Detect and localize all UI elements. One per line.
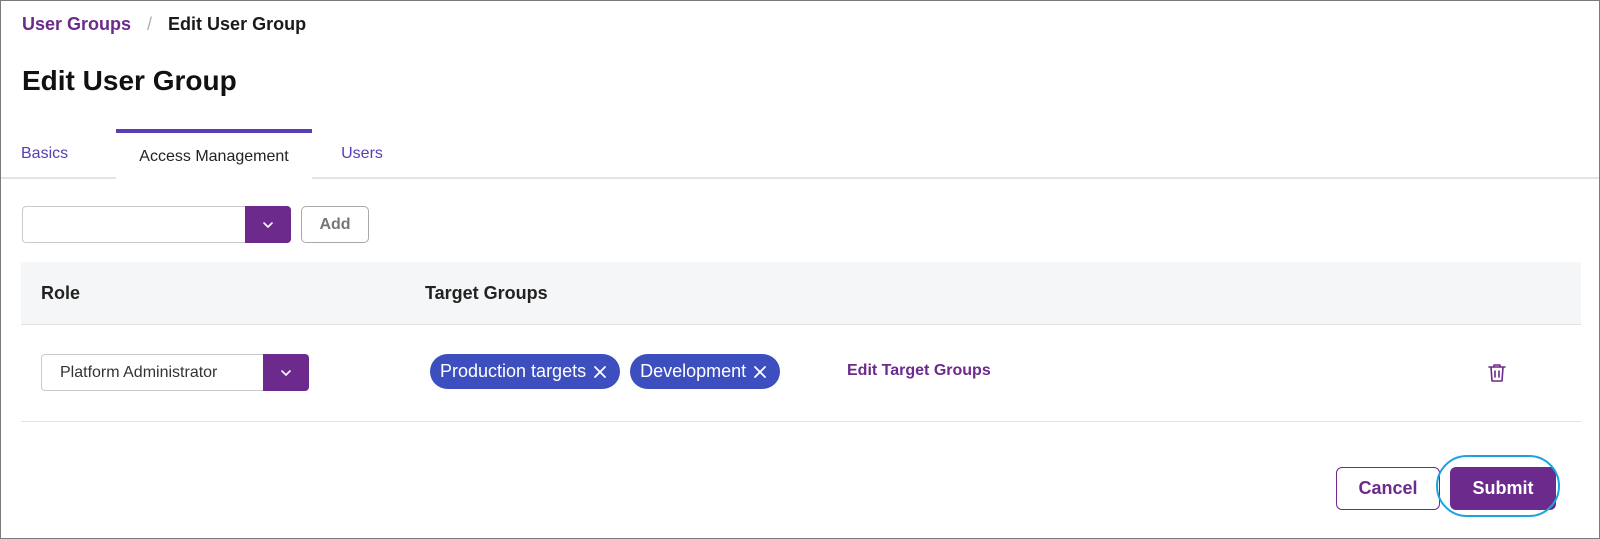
chevron-down-icon xyxy=(281,369,291,376)
breadcrumb-separator: / xyxy=(147,14,153,34)
breadcrumb: User Groups / Edit User Group xyxy=(22,14,306,35)
submit-button[interactable]: Submit xyxy=(1450,467,1556,510)
role-dropdown-button[interactable] xyxy=(245,206,291,243)
submit-wrapper: Submit xyxy=(1436,455,1560,517)
page-title: Edit User Group xyxy=(22,65,237,96)
edit-target-groups-link[interactable]: Edit Target Groups xyxy=(847,362,991,380)
form-actions: Cancel Submit xyxy=(1336,455,1560,517)
row-role-select[interactable]: Platform Administrator xyxy=(41,354,309,391)
role-combobox xyxy=(22,206,291,243)
tab-access-management[interactable]: Access Management xyxy=(116,129,312,181)
tab-users[interactable]: Users xyxy=(319,129,405,179)
chip-label: Development xyxy=(640,361,747,381)
row-role-value[interactable]: Platform Administrator xyxy=(41,354,263,391)
add-button[interactable]: Add xyxy=(301,206,369,243)
cancel-button[interactable]: Cancel xyxy=(1336,467,1440,510)
table-row: Platform Administrator Production target… xyxy=(21,325,1581,422)
breadcrumb-current: Edit User Group xyxy=(168,14,307,34)
add-role-row: Add xyxy=(22,206,369,243)
chip-development: Development xyxy=(630,354,781,389)
chip-label: Production targets xyxy=(440,361,587,381)
row-role-dropdown-button[interactable] xyxy=(263,354,309,391)
tab-basics[interactable]: Basics xyxy=(21,129,107,179)
close-icon[interactable] xyxy=(752,364,768,380)
tab-bar: Basics Access Management Users xyxy=(1,129,1599,181)
chevron-down-icon xyxy=(263,221,273,228)
target-group-chips: Production targets Development xyxy=(430,354,790,389)
trash-icon[interactable] xyxy=(1486,361,1508,385)
role-search-input[interactable] xyxy=(22,206,245,243)
breadcrumb-user-groups-link[interactable]: User Groups xyxy=(22,14,131,35)
column-header-target-groups: Target Groups xyxy=(425,283,548,303)
column-header-role: Role xyxy=(41,283,81,303)
table-header: Role Target Groups xyxy=(21,262,1581,325)
page-frame: User Groups / Edit User Group Edit User … xyxy=(0,0,1600,539)
roles-table: Role Target Groups Platform Administrato… xyxy=(21,262,1581,422)
close-icon[interactable] xyxy=(592,364,608,380)
chip-production-targets: Production targets xyxy=(430,354,621,389)
